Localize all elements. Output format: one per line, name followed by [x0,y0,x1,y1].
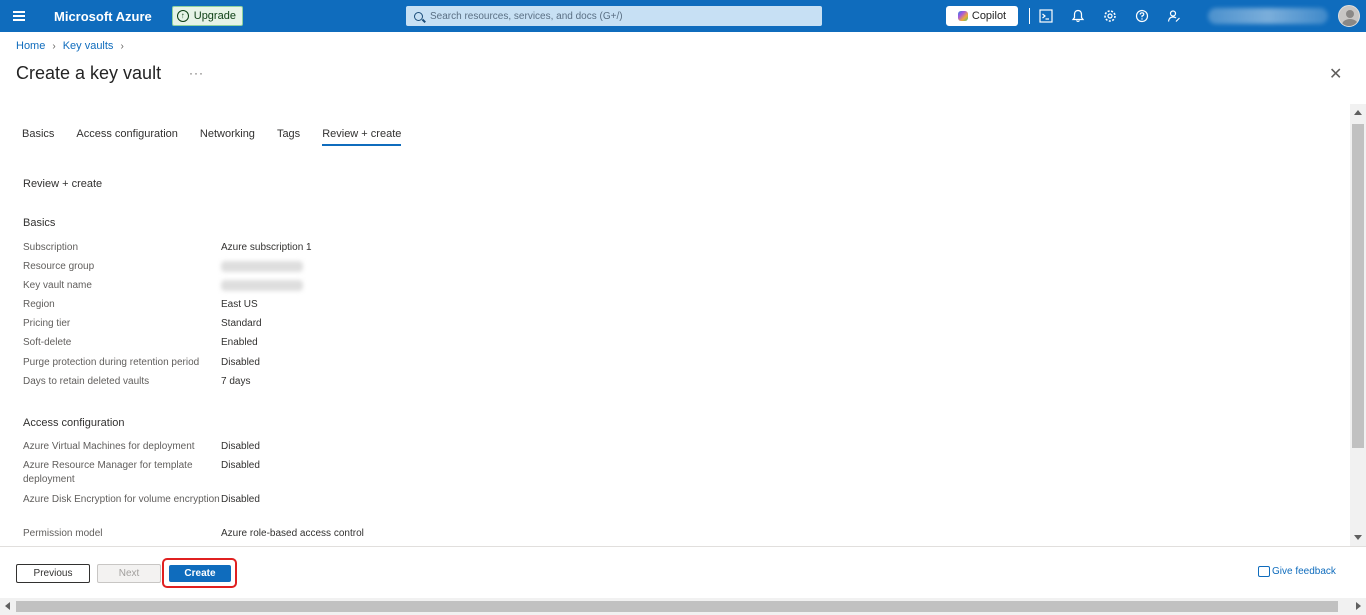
vertical-scrollbar[interactable] [1350,104,1366,546]
scroll-thumb[interactable] [1352,124,1364,448]
redacted-value [221,279,303,298]
tab-basics[interactable]: Basics [22,128,54,146]
close-icon[interactable]: ✕ [1329,64,1342,84]
notifications-icon[interactable] [1070,8,1086,24]
basics-summary: Subscription Azure subscription 1 Resourc… [23,241,312,394]
breadcrumb: Home › Key vaults › [16,40,131,52]
basics-section-title: Basics [23,217,56,229]
cloud-shell-icon[interactable] [1038,8,1054,24]
row-label: Region [23,299,55,310]
row-value: Disabled [221,460,260,471]
feedback-icon [1258,566,1270,577]
row-label: Subscription [23,242,79,253]
row-label: Permission model [23,528,103,539]
row-value: Disabled [221,441,260,452]
summary-row: Azure Virtual Machines for deployment Dis… [23,440,364,459]
summary-row: Subscription Azure subscription 1 [23,241,312,260]
summary-row: Soft-delete Enabled [23,336,312,356]
page-title: Create a key vault [16,63,162,83]
give-feedback-label: Give feedback [1272,566,1336,577]
copilot-icon [957,11,968,21]
tab-list: Basics Access configuration Networking T… [22,128,423,146]
summary-row: Region East US [23,298,312,317]
footer-bar: Previous Next Create Give feedback [0,546,1366,598]
tab-access-configuration[interactable]: Access configuration [76,128,178,146]
review-heading: Review + create [23,178,103,190]
summary-row: Key vault name [23,279,312,298]
help-icon[interactable] [1134,8,1150,24]
create-button[interactable]: Create [169,565,231,582]
avatar[interactable] [1338,5,1360,27]
access-summary: Azure Virtual Machines for deployment Dis… [23,440,364,546]
redacted-value [221,260,303,279]
chevron-right-icon: › [52,40,56,52]
breadcrumb-key-vaults[interactable]: Key vaults [63,40,114,52]
row-label: Azure Virtual Machines for deployment [23,441,195,452]
settings-icon[interactable] [1102,8,1118,24]
summary-row: Purge protection during retention period… [23,356,312,375]
copilot-label: Copilot [971,10,1007,22]
search-icon [414,11,423,21]
toolbar-divider [1029,8,1030,24]
row-value: Standard [221,318,262,329]
summary-row: Azure Resource Manager for template depl… [23,459,364,493]
upgrade-button[interactable]: ↑ Upgrade [171,6,243,26]
row-label: Azure Disk Encryption for volume encrypt… [23,494,220,505]
scroll-down-icon[interactable] [1354,535,1362,540]
summary-row: Azure Disk Encryption for volume encrypt… [23,493,364,527]
row-label: Days to retain deleted vaults [23,376,150,387]
review-content: Basics Access configuration Networking T… [0,104,1350,546]
row-value: Disabled [221,357,260,368]
row-value: Enabled [221,337,258,348]
row-value: Azure subscription 1 [221,242,312,253]
scroll-up-icon[interactable] [1354,110,1362,115]
summary-row: Days to retain deleted vaults 7 days [23,375,312,394]
upgrade-icon: ↑ [176,10,189,22]
row-label: Purge protection during retention period [23,357,200,368]
scroll-left-icon[interactable] [5,602,10,610]
search-placeholder: Search resources, services, and docs (G+… [430,10,623,22]
horizontal-scrollbar[interactable] [0,598,1366,615]
create-button-highlight: Create [162,558,237,588]
tab-review-create[interactable]: Review + create [322,128,402,146]
feedback-icon[interactable] [1166,8,1182,24]
row-value: Azure role-based access control [221,528,364,539]
previous-button[interactable]: Previous [16,564,90,583]
chevron-right-icon: › [120,40,124,52]
row-label: Pricing tier [23,318,71,329]
row-value: Disabled [221,494,260,505]
more-options-icon[interactable]: ··· [189,66,204,80]
account-info[interactable] [1208,8,1328,24]
row-label: Azure Resource Manager for template depl… [23,460,193,485]
menu-icon[interactable] [0,0,38,32]
row-label: Key vault name [23,280,92,291]
tab-networking[interactable]: Networking [200,128,255,146]
row-value: East US [221,299,258,310]
row-label: Resource group [23,261,95,272]
brand-title[interactable]: Microsoft Azure [54,9,152,24]
tab-tags[interactable]: Tags [277,128,300,146]
scroll-thumb[interactable] [16,601,1338,612]
summary-row: Permission model Azure role-based access … [23,527,364,546]
row-value: 7 days [221,376,251,387]
summary-row: Pricing tier Standard [23,317,312,336]
access-section-title: Access configuration [23,417,125,429]
breadcrumb-home[interactable]: Home [16,40,45,52]
next-button: Next [97,564,161,583]
row-label: Soft-delete [23,337,72,348]
give-feedback-link[interactable]: Give feedback [1258,566,1336,577]
copilot-button[interactable]: Copilot [946,6,1018,26]
upgrade-label: Upgrade [193,10,236,22]
summary-row: Resource group [23,260,312,279]
scroll-right-icon[interactable] [1356,602,1361,610]
search-input[interactable]: Search resources, services, and docs (G+… [406,6,822,26]
